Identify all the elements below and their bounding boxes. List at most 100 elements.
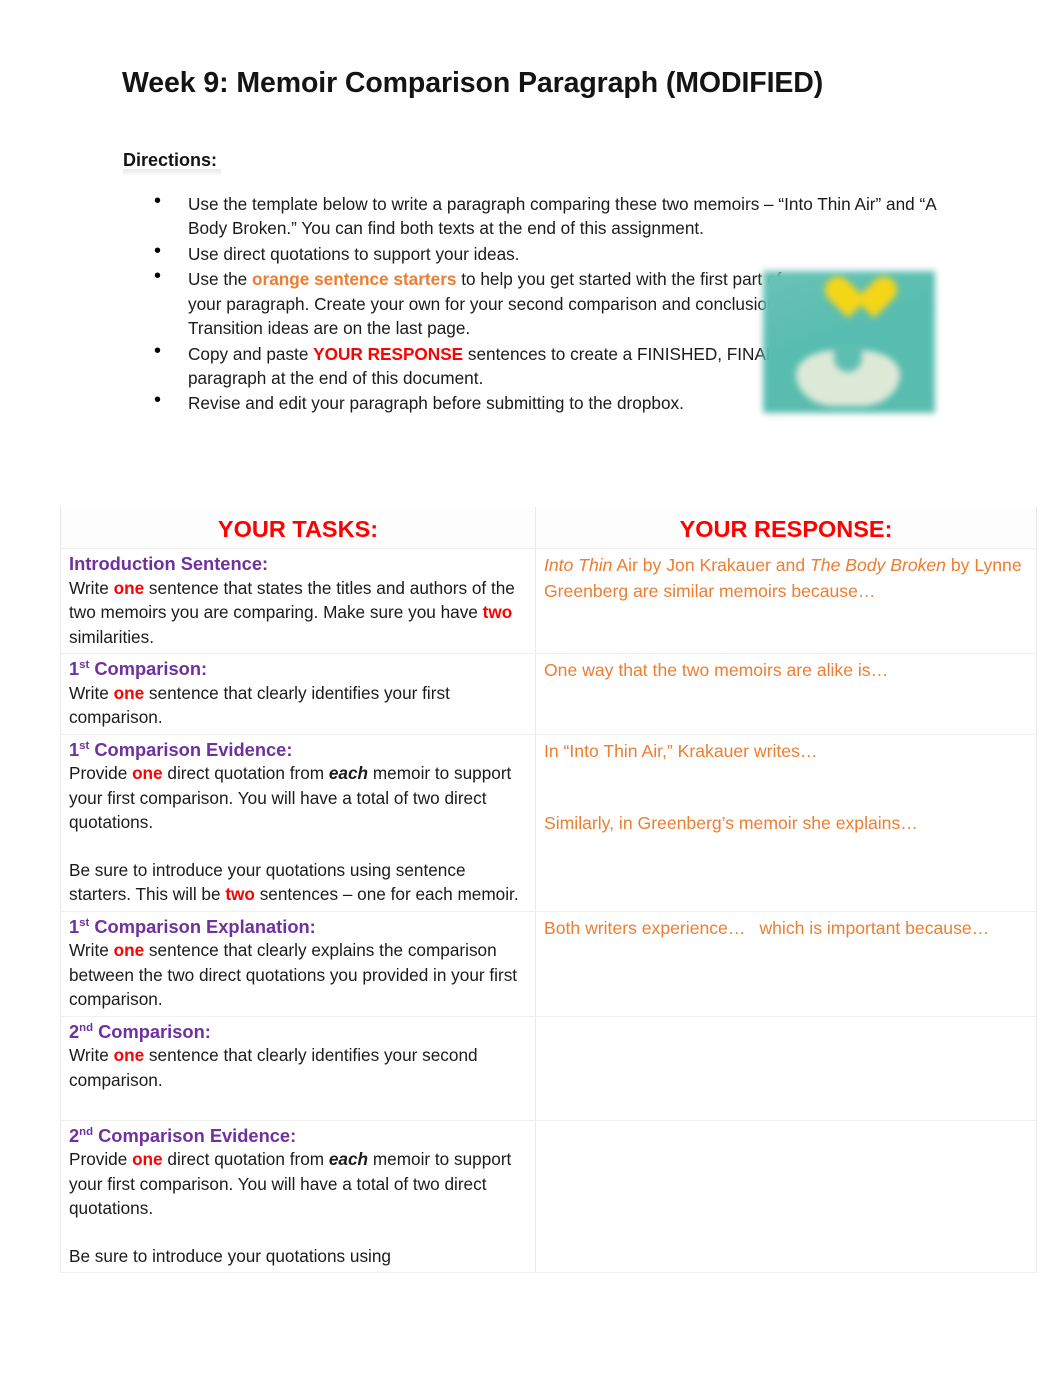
ordinal-suffix: st — [79, 916, 90, 929]
task-description: Provide one direct quotation from each m… — [69, 761, 527, 834]
italic-title: The Body Broken — [810, 555, 946, 575]
ordinal-suffix: nd — [79, 1125, 94, 1138]
list-item: Use the template below to write a paragr… — [150, 187, 950, 241]
task-cell: 2nd Comparison Evidence: Provide one dir… — [60, 1120, 536, 1274]
task-text: sentences – one for each memoir. — [254, 884, 519, 905]
response-cell[interactable] — [535, 1120, 1037, 1274]
task-heading: 1st Comparison Explanation: — [69, 915, 527, 939]
ordinal-suffix: st — [79, 658, 90, 671]
emphasis-one: one — [132, 763, 163, 784]
bullet-text: Revise and edit your paragraph before su… — [188, 393, 684, 414]
emphasis-one: one — [113, 1045, 145, 1066]
page-title: Week 9: Memoir Comparison Paragraph (MOD… — [122, 67, 824, 99]
bullet-text: Copy and paste — [188, 343, 314, 364]
task-heading: 1st Comparison Evidence: — [69, 738, 527, 762]
emphasis-each: each — [328, 1149, 369, 1170]
task-description: Write one sentence that clearly identifi… — [69, 1043, 527, 1092]
task-heading-text: Introduction Sentence: — [69, 553, 269, 574]
task-heading-number: 2 — [69, 1020, 80, 1042]
your-response-emphasis: YOUR RESPONSE — [313, 343, 464, 364]
response-cell[interactable]: Into Thin Air by Jon Krakauer and The Bo… — [535, 548, 1037, 655]
response-cell[interactable]: Both writers experience… which is importa… — [535, 911, 1037, 1017]
emphasis-one: one — [113, 577, 145, 598]
task-cell: 1st Comparison Explanation: Write one se… — [60, 911, 536, 1017]
task-heading-number: 1 — [69, 658, 80, 680]
task-text: direct quotation from — [162, 1149, 329, 1170]
task-text: Provide — [69, 1149, 133, 1170]
orange-sentence-starters-emphasis: orange sentence starters — [252, 269, 457, 290]
task-heading-text: Comparison Evidence: — [93, 1124, 297, 1146]
response-sentence-starter-2: Similarly, in Greenberg’s memoir she exp… — [544, 812, 918, 833]
task-description-secondary: Be sure to introduce your quotations usi… — [69, 1244, 527, 1268]
response-text: Both writers experience… — [544, 917, 746, 938]
emphasis-each: each — [328, 763, 369, 784]
task-description: Write one sentence that clearly explains… — [69, 938, 527, 1011]
directions-label: Directions: — [123, 150, 222, 176]
ordinal-suffix: nd — [79, 1021, 94, 1034]
table-row: 2nd Comparison: Write one sentence that … — [60, 1016, 1037, 1121]
task-cell: 1st Comparison: Write one sentence that … — [60, 653, 536, 735]
task-text: Write — [69, 1045, 114, 1066]
response-sentence-starter: Into Thin Air by Jon Krakauer and The Bo… — [544, 552, 1028, 604]
task-text: Provide — [69, 763, 133, 784]
task-cell: Introduction Sentence: Write one sentenc… — [60, 548, 536, 655]
response-empty — [544, 1124, 1028, 1220]
task-heading-text: Comparison: — [93, 1020, 211, 1042]
task-heading-text: Comparison Explanation: — [89, 915, 316, 937]
task-heading: Introduction Sentence: — [69, 552, 527, 576]
task-text: Write — [69, 940, 114, 961]
tasks-response-table: YOUR TASKS: YOUR RESPONSE: Introduction … — [60, 507, 1037, 1274]
response-text: which is important because… — [759, 917, 990, 938]
task-text: Write — [69, 577, 114, 598]
bullet-text: Use the — [188, 269, 253, 290]
task-heading-number: 1 — [69, 915, 80, 937]
emphasis-one: one — [132, 1149, 163, 1170]
ordinal-suffix: st — [79, 739, 90, 752]
response-sentence-starter: In “Into Thin Air,” Krakauer writes… — [544, 740, 818, 761]
task-heading: 2nd Comparison: — [69, 1020, 527, 1044]
response-cell[interactable]: One way that the two memoirs are alike i… — [535, 653, 1037, 735]
table-header-row: YOUR TASKS: YOUR RESPONSE: — [60, 507, 1037, 549]
list-item: Use direct quotations to support your id… — [150, 237, 950, 266]
response-empty — [544, 1020, 1028, 1116]
task-description: Provide one direct quotation from each m… — [69, 1147, 527, 1220]
bullet-text: Use the template below to write a paragr… — [188, 194, 936, 239]
document-page: Week 9: Memoir Comparison Paragraph (MOD… — [0, 0, 1062, 1377]
task-description: Write one sentence that clearly identifi… — [69, 681, 527, 730]
list-item: Copy and paste YOUR RESPONSE sentences t… — [150, 337, 788, 391]
list-item: Use the orange sentence starters to help… — [150, 262, 788, 340]
directions-heading: Directions: — [123, 150, 222, 176]
task-description: Write one sentence that states the title… — [69, 576, 527, 649]
task-text: Write — [69, 682, 114, 703]
task-text: Be sure to introduce your quotations usi… — [69, 1245, 391, 1266]
task-text: direct quotation from — [162, 763, 329, 784]
task-cell: 1st Comparison Evidence: Provide one dir… — [60, 734, 536, 912]
task-cell: 2nd Comparison: Write one sentence that … — [60, 1016, 536, 1121]
task-heading: 1st Comparison: — [69, 657, 527, 681]
task-heading-text: Comparison: — [89, 658, 208, 680]
column-header-response: YOUR RESPONSE: — [535, 507, 1037, 549]
response-text: Air by Jon Krakauer and — [612, 555, 811, 575]
heart-icon — [823, 278, 873, 326]
response-cell[interactable]: In “Into Thin Air,” Krakauer writes… Sim… — [535, 734, 1037, 912]
table-row: 2nd Comparison Evidence: Provide one dir… — [60, 1120, 1037, 1274]
task-description-secondary: Be sure to introduce your quotations usi… — [69, 858, 527, 907]
response-sentence-starter: One way that the two memoirs are alike i… — [544, 660, 889, 681]
emphasis-one: one — [113, 682, 145, 703]
table-row: 1st Comparison: Write one sentence that … — [60, 653, 1037, 735]
decorative-heart-hands-image — [760, 268, 938, 416]
column-header-tasks: YOUR TASKS: — [60, 507, 536, 549]
emphasis-two: two — [482, 602, 513, 623]
table-row: 1st Comparison Evidence: Provide one dir… — [60, 734, 1037, 912]
emphasis-one: one — [113, 940, 145, 961]
task-heading: 2nd Comparison Evidence: — [69, 1124, 527, 1148]
response-cell[interactable] — [535, 1016, 1037, 1121]
task-heading-text: Comparison Evidence: — [89, 738, 293, 760]
task-heading-number: 2 — [69, 1124, 80, 1146]
bullet-text: Use direct quotations to support your id… — [188, 243, 520, 264]
task-heading-number: 1 — [69, 738, 80, 760]
